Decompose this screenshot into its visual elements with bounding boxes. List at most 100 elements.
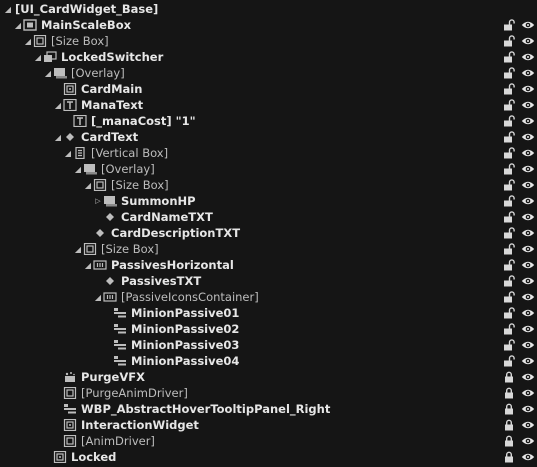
tree-row[interactable]: PurgeVFX	[0, 369, 537, 385]
tree-row[interactable]: ◢ ManaText	[0, 97, 537, 113]
expand-arrow-icon[interactable]: ◢	[43, 69, 53, 78]
visibility-eye-icon[interactable]	[521, 227, 535, 239]
visibility-eye-icon[interactable]	[521, 35, 535, 47]
visibility-eye-icon[interactable]	[521, 371, 535, 383]
lock-icon[interactable]	[503, 451, 515, 463]
lock-icon[interactable]	[503, 419, 515, 431]
visibility-eye-icon[interactable]	[521, 451, 535, 463]
visibility-eye-icon[interactable]	[521, 387, 535, 399]
visibility-eye-icon[interactable]	[521, 339, 535, 351]
visibility-eye-icon[interactable]	[521, 67, 535, 79]
visibility-eye-icon[interactable]	[521, 259, 535, 271]
tree-row[interactable]: ◢ [UI_CardWidget_Base]	[0, 1, 537, 17]
expand-arrow-icon[interactable]: ◢	[13, 21, 23, 30]
expand-arrow-icon[interactable]: ◢	[73, 165, 83, 174]
expand-arrow-icon[interactable]: ◢	[53, 101, 63, 110]
visibility-eye-icon[interactable]	[521, 275, 535, 287]
unlock-icon[interactable]	[503, 163, 515, 175]
tree-row[interactable]: ◢ CardText	[0, 129, 537, 145]
tree-row[interactable]: CardMain	[0, 81, 537, 97]
tree-row[interactable]: ▷ SummonHP	[0, 193, 537, 209]
tree-row[interactable]: WBP_AbstractHoverTooltipPanel_Right	[0, 401, 537, 417]
unlock-icon[interactable]	[503, 323, 515, 335]
tree-row[interactable]: [_manaCost] "1"	[0, 113, 537, 129]
visibility-eye-icon[interactable]	[521, 419, 535, 431]
tree-row[interactable]: ◢ [Size Box]	[0, 241, 537, 257]
tree-row[interactable]: MinionPassive03	[0, 337, 537, 353]
tree-row[interactable]: ◢ PassivesHorizontal	[0, 257, 537, 273]
expand-arrow-icon[interactable]: ◢	[33, 53, 43, 62]
visibility-eye-icon[interactable]	[521, 163, 535, 175]
unlock-icon[interactable]	[503, 307, 515, 319]
visibility-eye-icon[interactable]	[521, 355, 535, 367]
tree-row[interactable]: CardNameTXT	[0, 209, 537, 225]
unlock-icon[interactable]	[503, 99, 515, 111]
unlock-icon[interactable]	[503, 195, 515, 207]
unlock-icon[interactable]	[503, 179, 515, 191]
visibility-eye-icon[interactable]	[521, 435, 535, 447]
tree-row[interactable]: [PurgeAnimDriver]	[0, 385, 537, 401]
visibility-eye-icon[interactable]	[521, 323, 535, 335]
expand-arrow-icon[interactable]: ◢	[93, 293, 103, 302]
visibility-eye-icon[interactable]	[521, 243, 535, 255]
visibility-eye-icon[interactable]	[521, 115, 535, 127]
visibility-eye-icon[interactable]	[521, 291, 535, 303]
visibility-eye-icon[interactable]	[521, 51, 535, 63]
unlock-icon[interactable]	[503, 35, 515, 47]
lock-icon[interactable]	[503, 435, 515, 447]
tree-row[interactable]: [AnimDriver]	[0, 433, 537, 449]
unlock-icon[interactable]	[503, 147, 515, 159]
tree-row[interactable]: ◢ [Size Box]	[0, 177, 537, 193]
unlock-icon[interactable]	[503, 227, 515, 239]
visibility-eye-icon[interactable]	[521, 307, 535, 319]
unlock-icon[interactable]	[503, 243, 515, 255]
unlock-icon[interactable]	[503, 83, 515, 95]
tree-row[interactable]: CardDescriptionTXT	[0, 225, 537, 241]
unlock-icon[interactable]	[503, 211, 515, 223]
expand-arrow-icon[interactable]: ◢	[63, 149, 73, 158]
tree-row[interactable]: ◢ LockedSwitcher	[0, 49, 537, 65]
expand-arrow-icon[interactable]: ◢	[23, 37, 33, 46]
collapse-arrow-icon[interactable]: ▷	[93, 197, 103, 205]
tree-row[interactable]: PassivesTXT	[0, 273, 537, 289]
tree-row[interactable]: ◢ [Overlay]	[0, 161, 537, 177]
tree-row[interactable]: Locked	[0, 449, 537, 465]
tree-row[interactable]: ◢ [PassiveIconsContainer]	[0, 289, 537, 305]
tree-row[interactable]: MinionPassive04	[0, 353, 537, 369]
visibility-eye-icon[interactable]	[521, 147, 535, 159]
unlock-icon[interactable]	[503, 51, 515, 63]
unlock-icon[interactable]	[503, 291, 515, 303]
expand-arrow-icon[interactable]: ◢	[83, 181, 93, 190]
expand-arrow-icon[interactable]: ◢	[73, 245, 83, 254]
tree-row[interactable]: ◢ [Size Box]	[0, 33, 537, 49]
visibility-eye-icon[interactable]	[521, 195, 535, 207]
tree-row[interactable]: MinionPassive02	[0, 321, 537, 337]
unlock-icon[interactable]	[503, 355, 515, 367]
expand-arrow-icon[interactable]: ◢	[53, 133, 63, 142]
lock-icon[interactable]	[503, 371, 515, 383]
lock-icon[interactable]	[503, 387, 515, 399]
visibility-eye-icon[interactable]	[521, 131, 535, 143]
tree-row[interactable]: MinionPassive01	[0, 305, 537, 321]
unlock-icon[interactable]	[503, 131, 515, 143]
unlock-icon[interactable]	[503, 259, 515, 271]
visibility-eye-icon[interactable]	[521, 179, 535, 191]
unlock-icon[interactable]	[503, 275, 515, 287]
unlock-icon[interactable]	[503, 19, 515, 31]
visibility-eye-icon[interactable]	[521, 211, 535, 223]
expand-arrow-icon[interactable]: ◢	[83, 261, 93, 270]
visibility-eye-icon[interactable]	[521, 83, 535, 95]
unlock-icon[interactable]	[503, 67, 515, 79]
tree-row[interactable]: InteractionWidget	[0, 417, 537, 433]
tree-row[interactable]: ◢ [Overlay]	[0, 65, 537, 81]
unlock-icon[interactable]	[503, 339, 515, 351]
expand-arrow-icon[interactable]: ◢	[3, 5, 13, 14]
visibility-eye-icon[interactable]	[521, 19, 535, 31]
visibility-eye-icon[interactable]	[521, 99, 535, 111]
tree-row[interactable]: ◢ [Vertical Box]	[0, 145, 537, 161]
unlock-icon[interactable]	[503, 115, 515, 127]
tree-row[interactable]: ◢ MainScaleBox	[0, 17, 537, 33]
visibility-eye-icon[interactable]	[521, 403, 535, 415]
lock-icon[interactable]	[503, 403, 515, 415]
tree-row-label: PurgeVFX	[81, 370, 145, 384]
